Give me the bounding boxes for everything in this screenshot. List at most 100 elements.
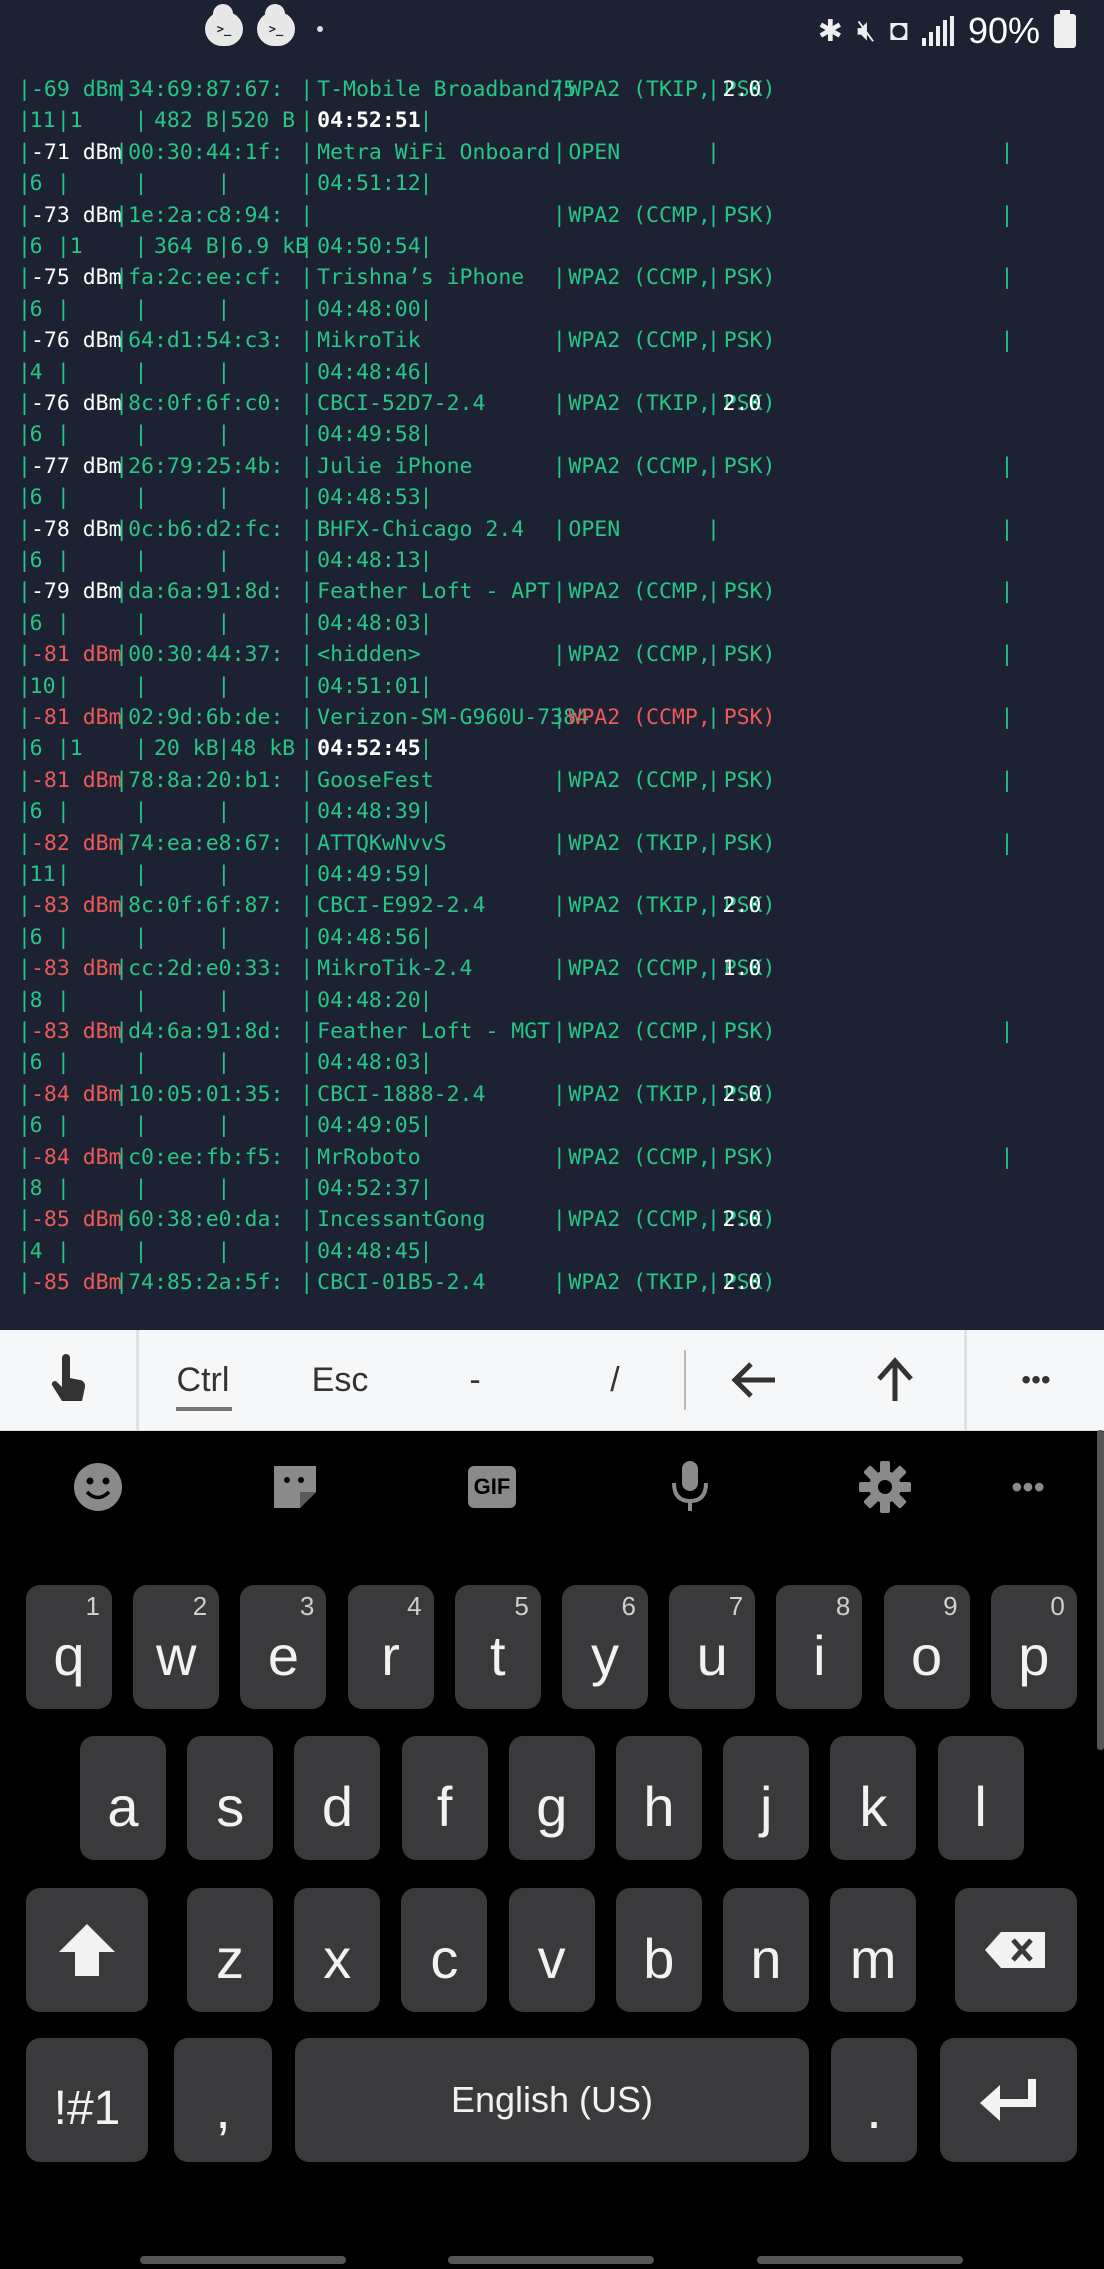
column-separator: | [552,893,566,919]
ssid: BHFX-Chicago 2.4 [317,516,525,542]
key-u[interactable]: 7u [669,1585,756,1709]
soft-keyboard: GIF ••• !#1 , English (US) . 1q2w3e4r5t6… [0,1431,1104,2269]
bssid: 34:69:87:67: [128,77,284,102]
column-separator: | [419,862,433,887]
column-separator: | [217,610,231,636]
key-t[interactable]: 5t [454,1585,541,1709]
key-number-hint: 6 [621,1591,636,1621]
key-label: r [381,1623,400,1687]
key-q[interactable]: 1q [26,1585,112,1709]
gif-icon[interactable]: GIF [462,1459,522,1515]
key-r[interactable]: 4r [347,1585,434,1709]
security: WPA2 (CCMP, PSK) [568,328,776,354]
period-key[interactable]: . [831,2038,917,2162]
toolbar-divider [964,1330,967,1430]
last-seen: 04:48:03 [317,1050,421,1076]
signal-strength: -83 dBm [30,956,122,982]
data-rx: 482 B [153,108,219,134]
terminal-output[interactable]: | | | | | -69 dBm 34:69:87:67: T-Mobile Broadba… [0,64,1104,1330]
column-separator: | [552,265,566,291]
more-keys-button[interactable]: ••• [968,1330,1104,1430]
key-number-hint: 2 [192,1591,208,1621]
column-separator: | [552,1019,566,1044]
signal-strength: -83 dBm [30,1019,122,1044]
column-separator: | [217,1050,231,1076]
key-o[interactable]: 9o [883,1585,970,1709]
ctrl-key[interactable]: Ctrl [148,1330,258,1430]
symbols-key[interactable]: !#1 [26,2038,148,2162]
bssid: 1e:2a:c8:94: [128,202,284,228]
key-b[interactable]: b [615,1888,702,2012]
space-key[interactable]: English (US) [295,2038,809,2162]
keyboard-scrollbar[interactable] [1097,1430,1104,1750]
ssid: CBCI-1888-2.4 [317,1081,486,1107]
key-f[interactable]: f [401,1736,488,1860]
key-k[interactable]: k [830,1736,917,1860]
key-label: d [321,1774,353,1838]
key-label: t [490,1623,506,1687]
key-x[interactable]: x [294,1888,381,2012]
signal-strength: -79 dBm [30,579,122,605]
more-icon[interactable]: ••• [998,1459,1058,1515]
column-separator: | [134,1176,148,1201]
emoji-icon[interactable] [68,1459,128,1515]
version: 2.0 [722,1207,762,1233]
signal-strength: -69 dBm [30,77,122,102]
arrow-left-icon[interactable] [700,1330,810,1430]
key-number-hint: 4 [407,1591,422,1621]
version: 2.0 [722,893,762,919]
key-z[interactable]: z [187,1888,273,2012]
last-seen: 04:48:13 [317,548,421,573]
last-seen: 04:48:00 [317,296,421,322]
comma-key[interactable]: , [174,2038,272,2162]
column-separator: | [56,171,70,197]
esc-key[interactable]: Esc [285,1330,395,1430]
key-e[interactable]: 3e [240,1585,327,1709]
signal-strength: -81 dBm [30,642,122,668]
sticker-icon[interactable] [265,1459,325,1515]
key-c[interactable]: c [401,1888,488,2012]
key-label: s [216,1774,245,1838]
bssid: 00:30:44:1f: [128,139,284,165]
key-a[interactable]: a [80,1736,166,1860]
last-seen: 04:48:56 [317,924,421,950]
key-n[interactable]: n [723,1888,809,2012]
slash-key[interactable]: / [560,1330,670,1430]
column-separator: | [419,924,433,950]
key-y[interactable]: 6y [562,1585,648,1709]
symbols-key-label: !#1 [53,2081,121,2135]
column-separator: | [217,296,231,322]
key-j[interactable]: j [723,1736,810,1860]
touch-icon[interactable] [0,1330,136,1430]
signal-strength: -71 dBm [30,139,122,165]
column-separator: | [56,1050,70,1076]
ssid: CBCI-E992-2.4 [317,893,486,919]
shift-key[interactable] [26,1888,148,2012]
key-d[interactable]: d [294,1736,381,1860]
column-separator: | [134,987,148,1013]
key-h[interactable]: h [616,1736,702,1860]
arrow-left-glyph [731,1362,775,1398]
backspace-key[interactable] [955,1888,1077,2012]
column-separator: | [217,987,231,1013]
key-label: e [267,1623,299,1687]
key-v[interactable]: v [508,1888,595,2012]
key-l[interactable]: l [937,1736,1024,1860]
signal-strength: -82 dBm [30,830,122,856]
enter-key[interactable] [940,2038,1077,2162]
key-i[interactable]: 8i [776,1585,863,1709]
arrow-up-icon[interactable] [840,1330,950,1430]
ssid: Feather Loft - MGT [317,1019,551,1044]
key-m[interactable]: m [830,1888,917,2012]
key-p[interactable]: 0p [990,1585,1077,1709]
bssid: 8c:0f:6f:c0: [128,391,284,416]
mic-icon[interactable] [660,1459,720,1515]
key-s[interactable]: s [187,1736,274,1860]
key-w[interactable]: 2w [133,1585,220,1709]
key-g[interactable]: g [508,1736,595,1860]
dash-key[interactable]: - [420,1330,530,1430]
settings-icon[interactable] [855,1459,915,1515]
column-separator: | [18,328,31,354]
column-separator: | [419,987,433,1013]
column-separator: | [1000,265,1014,291]
